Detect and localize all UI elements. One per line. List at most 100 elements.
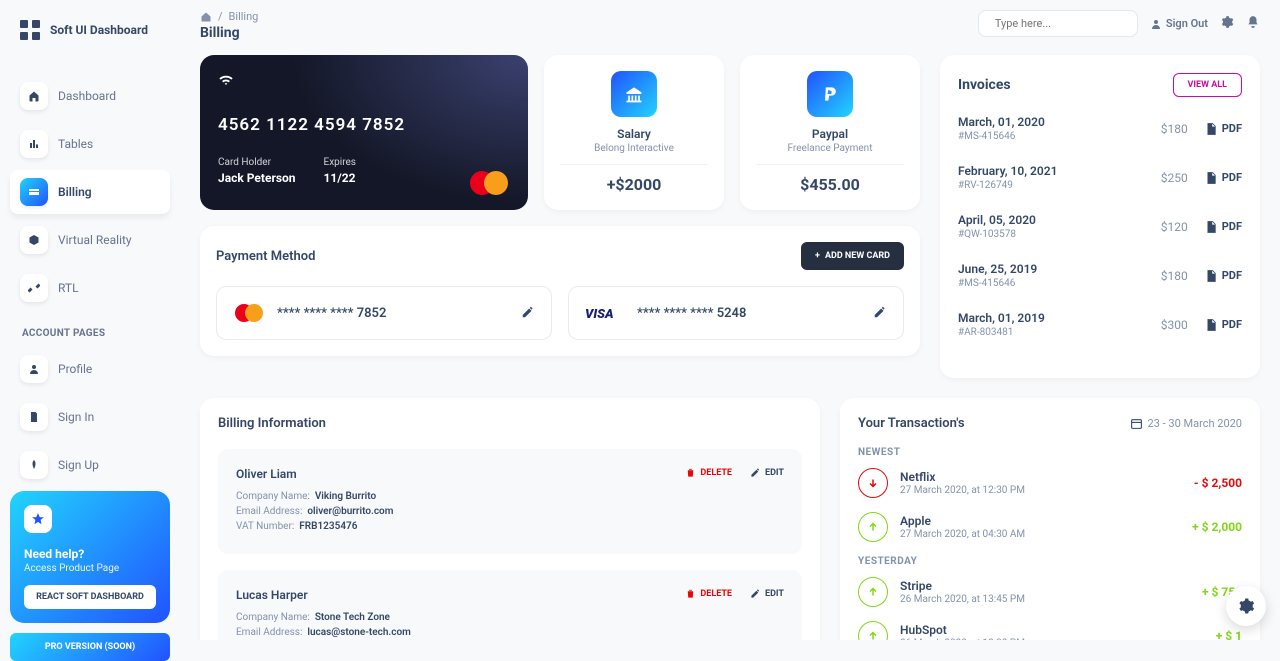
edit-button[interactable]: EDIT (750, 588, 784, 599)
card-expiry: 11/22 (324, 171, 356, 185)
pdf-button[interactable]: PDF (1204, 122, 1242, 136)
tool-icon (20, 274, 48, 302)
search-input[interactable] (995, 17, 1135, 30)
brand[interactable]: Soft UI Dashboard (10, 18, 170, 60)
arrow-up-icon (858, 512, 888, 542)
sidebar-item-label: Virtual Reality (58, 233, 132, 247)
payment-card-mastercard: **** **** **** 7852 (216, 286, 552, 340)
transaction-row: Stripe26 March 2020, at 13:45 PM+ $ 750 (858, 577, 1242, 607)
billing-info-title: Billing Information (218, 416, 802, 431)
help-card: Need help? Access Product Page REACT SOF… (10, 491, 170, 623)
sidebar-item-vr[interactable]: Virtual Reality (10, 218, 170, 262)
transaction-row: Apple27 March 2020, at 04:30 AM+ $ 2,000 (858, 512, 1242, 542)
chart-icon (20, 130, 48, 158)
document-icon (20, 403, 48, 431)
invoice-row: February, 10, 2021#RV-126749$250PDF (958, 164, 1242, 191)
search-box[interactable] (978, 10, 1138, 37)
billing-item: Oliver LiamDELETEEDITCompany Name: Vikin… (218, 449, 802, 554)
settings-fab[interactable] (1226, 586, 1266, 626)
transaction-row: Netflix27 March 2020, at 12:30 PM- $ 2,5… (858, 468, 1242, 498)
billing-info-panel: Billing Information Oliver LiamDELETEEDI… (200, 398, 820, 640)
card-number: 4562 1122 4594 7852 (218, 115, 510, 135)
main: / Billing Billing Sign Out 4562 1122 459… (180, 0, 1280, 640)
brand-label: Soft UI Dashboard (50, 23, 148, 37)
transactions-title: Your Transaction's (858, 416, 965, 431)
invoice-row: April, 05, 2020#QW-103578$120PDF (958, 213, 1242, 240)
arrow-down-icon (858, 468, 888, 498)
invoice-row: March, 01, 2019#AR-803481$300PDF (958, 311, 1242, 338)
edit-button[interactable]: EDIT (750, 467, 784, 478)
sidebar-item-label: Sign Up (58, 458, 99, 472)
payment-method-title: Payment Method (216, 249, 315, 264)
transaction-row: HubSpot26 March 2020, at 12:30 PM+ $ 1 (858, 621, 1242, 640)
credit-card: 4562 1122 4594 7852 Card HolderJack Pete… (200, 55, 528, 210)
calendar-icon (1130, 417, 1143, 430)
sidebar-item-rtl[interactable]: RTL (10, 266, 170, 310)
transactions-panel: Your Transaction's 23 - 30 March 2020 NE… (840, 398, 1260, 640)
svg-text:VISA: VISA (585, 307, 614, 320)
edit-card-icon[interactable] (873, 304, 887, 323)
home-icon[interactable] (200, 11, 212, 23)
bank-icon (611, 71, 657, 117)
payment-card-visa: VISA **** **** **** 5248 (568, 286, 904, 340)
arrow-up-icon (858, 577, 888, 607)
cube-icon (20, 226, 48, 254)
breadcrumb-current: Billing (229, 10, 259, 23)
bell-icon[interactable] (1246, 14, 1260, 33)
pdf-button[interactable]: PDF (1204, 269, 1242, 283)
card-icon (20, 178, 48, 206)
user-icon (1150, 18, 1162, 30)
arrow-up-icon (858, 621, 888, 640)
rocket-icon (20, 451, 48, 479)
pdf-button[interactable]: PDF (1204, 220, 1242, 234)
sidebar-item-tables[interactable]: Tables (10, 122, 170, 166)
billing-item: Lucas HarperDELETEEDITCompany Name: Ston… (218, 570, 802, 640)
payment-method: Payment Method +ADD NEW CARD **** **** *… (200, 226, 920, 356)
view-all-button[interactable]: VIEW ALL (1173, 73, 1242, 97)
edit-card-icon[interactable] (521, 304, 535, 323)
sidebar-item-profile[interactable]: Profile (10, 347, 170, 391)
star-icon (24, 505, 52, 533)
invoice-row: March, 01, 2020#MS-415646$180PDF (958, 115, 1242, 142)
sidebar-item-label: Billing (58, 185, 92, 199)
help-button[interactable]: REACT SOFT DASHBOARD (24, 585, 156, 609)
sidebar-item-label: RTL (58, 281, 79, 295)
sidebar-item-label: Dashboard (58, 89, 116, 103)
topbar: / Billing Billing Sign Out (200, 10, 1260, 41)
add-new-card-button[interactable]: +ADD NEW CARD (801, 242, 904, 270)
settings-icon[interactable] (1220, 14, 1234, 33)
mastercard-icon (233, 303, 265, 323)
page-title: Billing (200, 25, 258, 41)
sidebar: Soft UI Dashboard Dashboard Tables Billi… (0, 0, 180, 640)
invoices-panel: Invoices VIEW ALL March, 01, 2020#MS-415… (940, 55, 1260, 378)
sidebar-item-label: Tables (58, 137, 93, 151)
paypal-card: Paypal Freelance Payment $455.00 (740, 55, 920, 210)
transactions-date-range: 23 - 30 March 2020 (1130, 417, 1242, 430)
wifi-icon (218, 73, 234, 89)
plus-icon: + (815, 251, 820, 261)
invoices-title: Invoices (958, 77, 1011, 93)
sidebar-item-signup[interactable]: Sign Up (10, 443, 170, 487)
salary-card: Salary Belong Interactive +$2000 (544, 55, 724, 210)
user-icon (20, 355, 48, 383)
help-title: Need help? (24, 547, 156, 561)
card-holder: Jack Peterson (218, 171, 296, 185)
account-pages-label: ACCOUNT PAGES (10, 314, 170, 347)
pdf-button[interactable]: PDF (1204, 171, 1242, 185)
sidebar-item-dashboard[interactable]: Dashboard (10, 74, 170, 118)
delete-button[interactable]: DELETE (685, 467, 732, 478)
signout-link[interactable]: Sign Out (1150, 17, 1208, 30)
sidebar-item-label: Profile (58, 362, 92, 376)
sidebar-item-label: Sign In (58, 410, 94, 424)
paypal-icon (807, 71, 853, 117)
sidebar-item-billing[interactable]: Billing (10, 170, 170, 214)
pro-button[interactable]: PRO VERSION (SOON) (10, 633, 170, 661)
help-subtitle: Access Product Page (24, 563, 156, 574)
breadcrumb: / Billing (200, 10, 258, 23)
pdf-button[interactable]: PDF (1204, 318, 1242, 332)
house-icon (20, 82, 48, 110)
sidebar-item-signin[interactable]: Sign In (10, 395, 170, 439)
delete-button[interactable]: DELETE (685, 588, 732, 599)
invoice-row: June, 25, 2019#MS-415646$180PDF (958, 262, 1242, 289)
visa-icon: VISA (585, 306, 625, 320)
